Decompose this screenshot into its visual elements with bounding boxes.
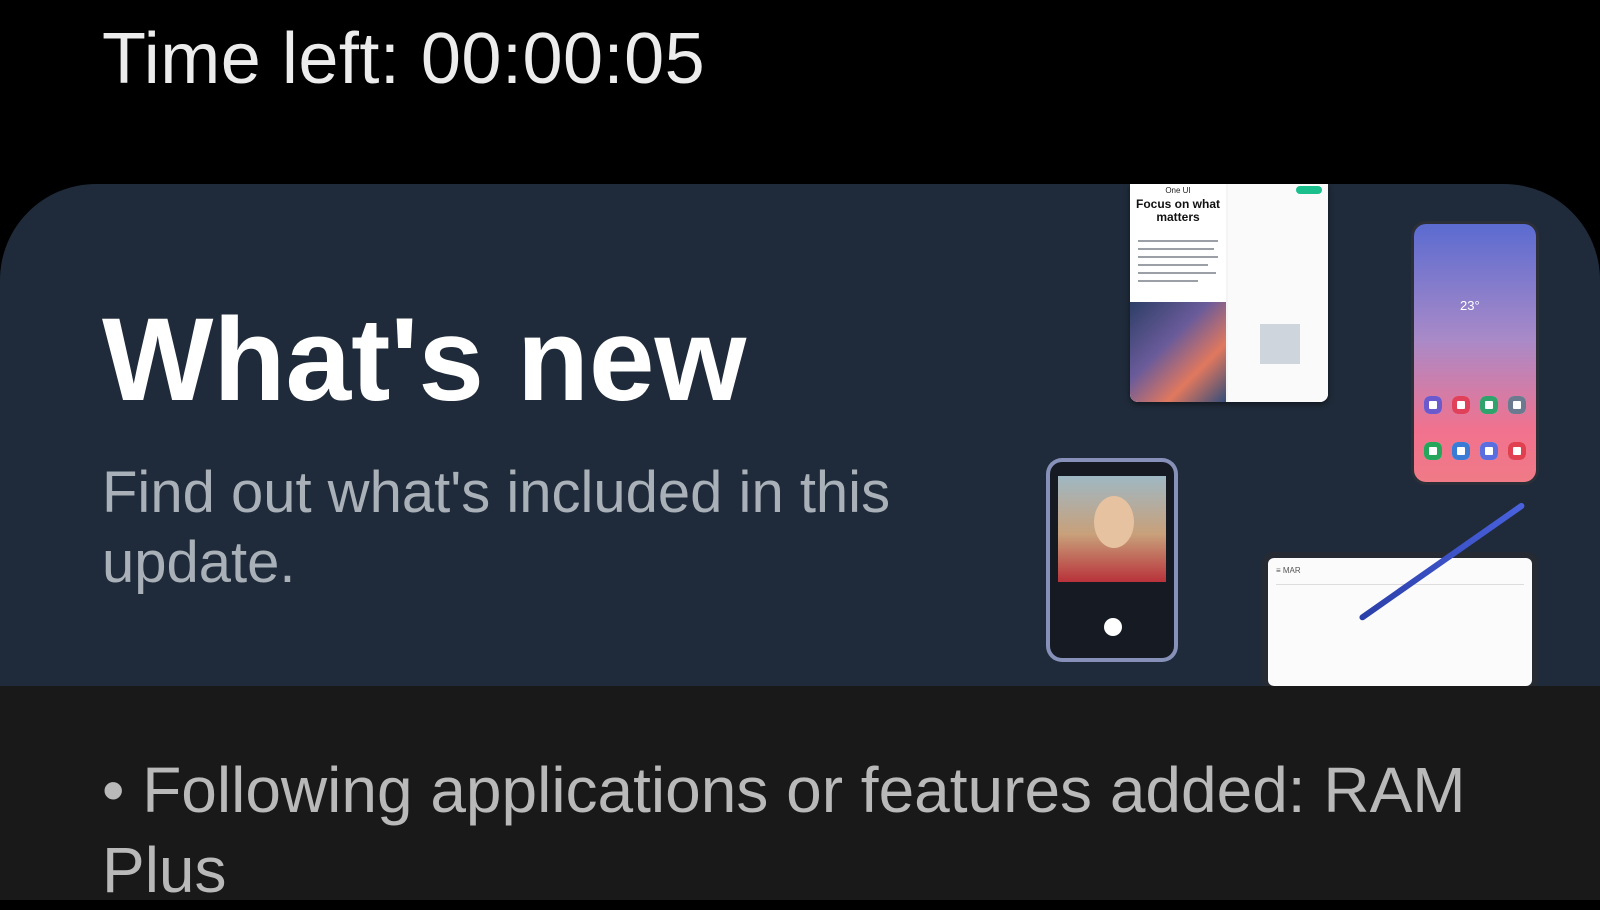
phone-illustration: 23°	[1414, 224, 1536, 482]
tablet-status-pill	[1296, 186, 1322, 194]
phone-app-icon	[1424, 442, 1442, 460]
whats-new-card: What's new Find out what's included in t…	[0, 184, 1600, 686]
tablet-heading-text: Focus on what matters	[1136, 197, 1220, 224]
tablet-thumbnail	[1260, 324, 1300, 364]
app-icon	[1424, 396, 1442, 414]
tablet-brand-text: One UI	[1165, 186, 1191, 195]
app-icon	[1508, 396, 1526, 414]
update-note-item: • Following applications or features add…	[102, 754, 1466, 906]
whats-new-subtitle: Find out what's included in this update.	[102, 460, 891, 595]
note-header-text: ≡ MAR	[1276, 566, 1301, 575]
shutter-button-icon	[1104, 618, 1122, 636]
app-icon	[1480, 396, 1498, 414]
camera-app-icon	[1508, 442, 1526, 460]
messages-app-icon	[1452, 442, 1470, 460]
whats-new-title: What's new	[102, 294, 747, 426]
flip-phone-illustration	[1050, 462, 1174, 658]
note-tablet-illustration: ≡ MAR	[1268, 558, 1532, 686]
browser-app-icon	[1480, 442, 1498, 460]
phone-weather-widget: 23°	[1460, 298, 1480, 313]
selfie-photo-image	[1058, 476, 1166, 582]
time-left-countdown: Time left: 00:00:05	[102, 19, 706, 99]
update-notes-panel: • Following applications or features add…	[0, 686, 1600, 906]
app-icon	[1452, 396, 1470, 414]
foldable-tablet-illustration: One UI Focus on what matters	[1130, 184, 1328, 402]
tablet-app-tiles-image	[1130, 302, 1226, 402]
